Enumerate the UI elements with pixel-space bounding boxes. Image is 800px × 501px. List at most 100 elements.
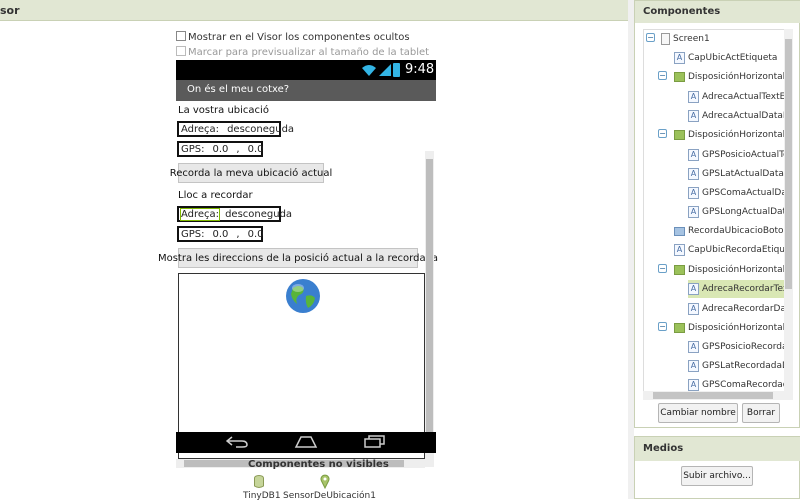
signal-icon (379, 64, 391, 76)
tree-horizontal-scrollbar[interactable] (643, 391, 793, 400)
current-address-value: desconeguda (227, 123, 295, 135)
rename-button[interactable]: Cambiar nombre (658, 403, 738, 423)
tree-item[interactable]: AGPSPosicioActualTextEtiqueta (688, 146, 792, 164)
tree-item[interactable]: DisposiciónHorizontal4 (674, 319, 791, 337)
label-icon: A (688, 360, 699, 372)
tree-item[interactable]: AGPSLatRecordadaDataEtiqueta (688, 357, 792, 375)
label-icon: A (688, 149, 699, 161)
tablet-preview-label: Marcar para previsualizar al tamaño de l… (188, 47, 430, 58)
screen-vertical-scrollbar[interactable] (425, 151, 434, 467)
remembered-gps-comma: , (236, 228, 240, 240)
collapse-toggle[interactable]: − (658, 322, 667, 331)
collapse-toggle[interactable]: − (658, 129, 667, 138)
horizontal-arrangement-icon (674, 130, 685, 140)
screen-vertical-scrollbar-thumb[interactable] (426, 159, 433, 437)
tree-item[interactable]: AAdrecaActualTextEtiqueta (688, 88, 792, 106)
components-title: Componentes (643, 6, 721, 17)
wifi-icon (362, 65, 376, 76)
tree-item[interactable]: AGPSPosicioRecordadaTextEtiqueta (688, 338, 792, 356)
tree-item[interactable]: AGPSLatActualDataEtiqueta (688, 165, 792, 183)
tree-vertical-scrollbar-thumb[interactable] (785, 39, 792, 289)
current-address-row[interactable]: Adreça: desconeguda (177, 121, 294, 137)
horizontal-arrangement-icon (674, 265, 685, 275)
horizontal-arrangement-icon (674, 323, 685, 333)
tree-horizontal-scrollbar-thumb[interactable] (653, 392, 773, 399)
remembered-gps-label: GPS: (181, 228, 205, 240)
components-panel: Componentes − Screen1 A CapUbicActEtiquet… (634, 0, 800, 428)
collapse-toggle[interactable]: − (658, 71, 667, 80)
show-directions-button[interactable]: Mostra les direccions de la posició actu… (158, 248, 438, 268)
remembered-location-heading[interactable]: Lloc a recordar (178, 190, 253, 201)
media-header: Medios (635, 437, 800, 461)
app-title-bar: On és el meu cotxe? (176, 80, 436, 101)
label-icon: A (688, 341, 699, 353)
current-gps-row[interactable]: GPS: 0.0 , 0.0 (177, 141, 264, 157)
battery-icon (393, 63, 400, 77)
current-gps-lat: 0.0 (212, 143, 229, 155)
label-icon: A (688, 283, 699, 295)
current-gps-long: 0.0 (247, 143, 264, 155)
tree-vertical-scrollbar[interactable] (784, 29, 793, 393)
non-visible-components-title: Componentes no visibles (248, 459, 389, 470)
tree-item[interactable]: RecordaUbicacioBoto (674, 222, 784, 240)
phone-screen: La vostra ubicació Adreça: desconeguda G… (158, 101, 438, 468)
tree-item[interactable]: DisposiciónHorizontal3 (674, 261, 791, 279)
database-icon (254, 475, 264, 488)
label-icon: A (688, 187, 699, 199)
android-nav-bar (176, 432, 436, 453)
recent-apps-icon (364, 435, 385, 448)
tree-item-selected[interactable]: AAdrecaRecordarTextEtiqueta (688, 280, 792, 298)
label-icon: A (688, 91, 699, 103)
label-icon: A (688, 110, 699, 122)
media-title: Medios (643, 443, 684, 454)
tree-item[interactable]: A CapUbicActEtiqueta (674, 49, 777, 67)
label-icon: A (674, 244, 685, 256)
current-gps-comma: , (236, 143, 240, 155)
show-hidden-label: Mostrar en el Visor los componentes ocul… (188, 32, 410, 43)
remembered-gps-long: 0.0 (247, 228, 264, 240)
status-bar: 9:48 (176, 60, 436, 80)
remembered-address-row[interactable]: Adreça: desconeguda (177, 206, 292, 222)
tree-item[interactable]: DisposiciónHorizontal1 (674, 68, 791, 86)
tree-item[interactable]: AGPSLongActualDataEtiqueta (688, 203, 792, 221)
component-tree: − Screen1 A CapUbicActEtiqueta − Disposic… (643, 29, 793, 393)
tablet-preview-checkbox[interactable] (176, 46, 186, 56)
components-header: Componentes (635, 1, 800, 23)
horizontal-arrangement-icon (674, 72, 685, 82)
screen-icon (661, 33, 670, 45)
tablet-preview-option[interactable]: Marcar para previsualizar al tamaño de l… (176, 46, 429, 58)
current-gps-label: GPS: (181, 143, 205, 155)
remembered-gps-row[interactable]: GPS: 0.0 , 0.0 (177, 226, 264, 242)
show-hidden-checkbox[interactable] (176, 31, 186, 41)
location-pin-icon (320, 474, 330, 489)
viewer-title: sor (0, 4, 20, 17)
delete-button[interactable]: Borrar (742, 403, 780, 423)
status-clock: 9:48 (405, 62, 435, 77)
collapse-toggle[interactable]: − (658, 264, 667, 273)
media-panel: Medios Subir archivo... (634, 436, 800, 499)
tree-item[interactable]: AGPSComaActualDataEtiqueta (688, 184, 792, 202)
tinydb-component[interactable]: TinyDB1 (243, 491, 281, 501)
phone-preview: 9:48 On és el meu cotxe? La vostra ubica… (158, 60, 438, 468)
current-address-label: Adreça: (181, 123, 220, 135)
label-icon: A (688, 303, 699, 315)
upload-file-button[interactable]: Subir archivo... (681, 466, 753, 486)
label-icon: A (674, 52, 685, 64)
tree-item[interactable]: AAdrecaRecordarDataEtiqueta (688, 300, 792, 318)
tree-item-screen1[interactable]: Screen1 (661, 30, 710, 48)
tree-item[interactable]: A CapUbicRecordaEtiqueta (674, 241, 792, 259)
label-icon: A (688, 206, 699, 218)
remembered-gps-lat: 0.0 (212, 228, 229, 240)
collapse-toggle[interactable]: − (646, 33, 655, 42)
remembered-address-value: desconeguda (225, 208, 293, 220)
back-icon (226, 436, 248, 448)
remembered-address-label[interactable]: Adreça: (179, 207, 221, 221)
button-icon (674, 226, 685, 236)
tree-item[interactable]: AAdrecaActualDataEtiqueta (688, 107, 792, 125)
show-hidden-components-option[interactable]: Mostrar en el Visor los componentes ocul… (176, 31, 410, 43)
current-location-heading[interactable]: La vostra ubicació (178, 105, 269, 116)
tree-item[interactable]: DisposiciónHorizontal2 (674, 126, 791, 144)
location-sensor-component[interactable]: SensorDeUbicación1 (283, 491, 376, 501)
remember-location-button[interactable]: Recorda la meva ubicació actual (170, 163, 332, 183)
globe-icon (286, 279, 320, 313)
